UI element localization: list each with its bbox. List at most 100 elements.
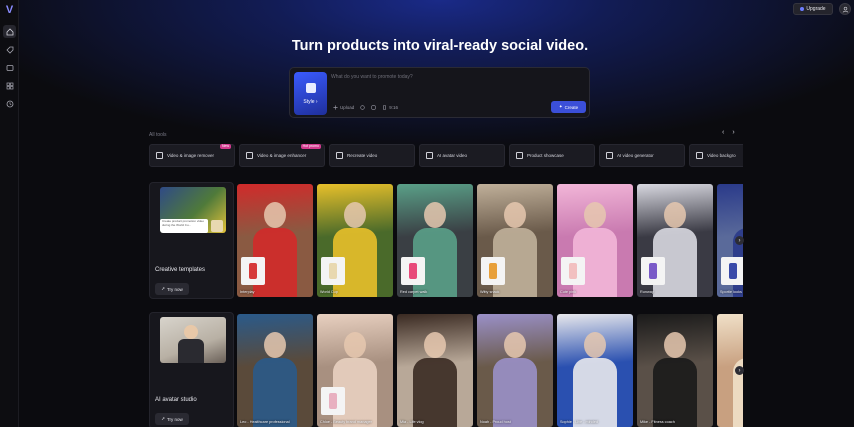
avatar-card[interactable]: Mia - Life vlog [397, 314, 473, 427]
thumb-caption: Create product promotion video during th… [160, 219, 208, 233]
card-caption: World Cup [320, 290, 338, 294]
person-body [493, 358, 537, 427]
person-figure [264, 332, 286, 358]
sidebar-item-tag[interactable] [3, 43, 16, 56]
tools-pager: ‹ › [722, 129, 735, 136]
person-body [653, 358, 697, 427]
tool-card[interactable]: AI video generator [599, 144, 685, 167]
phone-icon [383, 105, 387, 110]
upgrade-button[interactable]: Upgrade [793, 3, 833, 15]
tool-icon [606, 152, 613, 159]
avatar-card[interactable]: Leo - Healthcare professional [237, 314, 313, 427]
avatar-cards: Leo - Healthcare professional Chloe - Bea… [237, 312, 743, 427]
tool-card[interactable]: Recreate video [329, 144, 415, 167]
card-caption: Witty snack [480, 290, 500, 294]
home-icon [6, 27, 13, 35]
chevron-right-icon[interactable]: › [735, 366, 744, 375]
sidebar-item-history[interactable] [3, 97, 16, 110]
style-button[interactable]: Style › [294, 72, 327, 115]
tools-row: Video & image remover New Video & image en… [149, 144, 743, 167]
try-now-button[interactable]: ➚ Try now [155, 283, 189, 295]
thumb-product [211, 220, 223, 232]
template-card[interactable]: Runway [637, 184, 713, 297]
chevron-right-icon[interactable]: › [735, 236, 744, 245]
tool-icon [516, 152, 523, 159]
prompt-toolbar: Upload 9:16 [333, 105, 398, 110]
tool-card[interactable]: Video & image enhancer Hot promo [239, 144, 325, 167]
chevron-left-icon[interactable]: ‹ [722, 129, 724, 136]
product-thumbnail [561, 257, 585, 285]
tool-card[interactable]: Product showcase [509, 144, 595, 167]
section-panel[interactable]: AI avatar studio ➚ Try now [149, 312, 234, 427]
prompt-input[interactable] [331, 72, 581, 82]
try-now-label: Try now [166, 416, 183, 422]
tool-icon [156, 152, 163, 159]
card-caption: Mike - Fitness coach [640, 420, 675, 424]
settings-icon [371, 105, 376, 110]
template-cards: Interplay World Cup Red carpet walk Witty s… [237, 182, 743, 299]
style-label: Style › [303, 98, 318, 105]
link-button[interactable] [360, 105, 365, 110]
person-figure [584, 332, 606, 358]
avatar-card[interactable]: Sophie - Live - minded [557, 314, 633, 427]
template-card[interactable]: Witty snack [477, 184, 553, 297]
avatar-card[interactable]: Chloe - Beauty brand manager [317, 314, 393, 427]
all-tools-label: All tools [149, 132, 167, 138]
product-thumbnail [721, 257, 743, 285]
template-card[interactable]: World Cup [317, 184, 393, 297]
tool-card[interactable]: Video backgro [689, 144, 743, 167]
tool-label: AI video generator [617, 153, 654, 158]
user-icon [842, 6, 848, 13]
rocket-icon: ➚ [161, 286, 165, 291]
card-caption: Red carpet walk [400, 290, 428, 294]
tool-label: Recreate video [347, 153, 378, 158]
avatar-studio-section: AI avatar studio ➚ Try now Leo - Healthc… [149, 312, 744, 427]
card-caption: Runway [640, 290, 654, 294]
template-card[interactable]: Cute pink [557, 184, 633, 297]
person-figure [344, 202, 366, 228]
tool-label: Video & image remover [167, 153, 214, 158]
upload-label: Upload [340, 105, 355, 110]
chevron-right-icon[interactable]: › [732, 129, 734, 136]
sidebar-item-home[interactable] [3, 25, 16, 38]
tool-icon [246, 152, 253, 159]
user-avatar[interactable] [839, 3, 851, 15]
tool-badge: New [219, 144, 231, 149]
person-body [573, 358, 617, 427]
card-caption: Chloe - Beauty brand manager [320, 420, 372, 424]
page-title: Turn products into viral-ready social vi… [291, 38, 589, 54]
link-icon [360, 105, 365, 110]
product-thumbnail [321, 257, 345, 285]
upgrade-icon [800, 7, 805, 11]
section-title: Creative templates [155, 267, 206, 273]
creative-templates-section: Create product promotion video during th… [149, 182, 744, 299]
avatar-card[interactable]: Noah - Proud host [477, 314, 553, 427]
tool-label: Video & image enhancer [257, 153, 307, 158]
tool-badge: Hot promo [300, 144, 321, 149]
tool-icon [336, 152, 343, 159]
app-logo[interactable]: V [3, 4, 16, 16]
create-label: Create [564, 104, 579, 110]
create-button[interactable]: ✦ Create [551, 101, 586, 113]
card-caption: Interplay [240, 290, 255, 294]
grid-icon [6, 82, 13, 89]
tool-icon [426, 152, 433, 159]
ratio-button[interactable]: 9:16 [382, 105, 398, 110]
plus-icon [333, 105, 338, 110]
upgrade-label: Upgrade [806, 6, 826, 12]
upload-button[interactable]: Upload [333, 105, 354, 110]
prompt-box: Style › Upload 9:16 ✦ Create [289, 67, 590, 118]
section-panel[interactable]: Create product promotion video during th… [149, 182, 234, 299]
avatar-card[interactable]: Mike - Fitness coach [637, 314, 713, 427]
tool-card[interactable]: Video & image remover New [149, 144, 235, 167]
template-card[interactable]: Red carpet walk [397, 184, 473, 297]
try-now-button[interactable]: ➚ Try now [155, 413, 189, 425]
rocket-icon: ➚ [161, 416, 165, 421]
product-thumbnail [321, 387, 345, 415]
settings-button[interactable] [371, 105, 376, 110]
tool-card[interactable]: AI avatar video [419, 144, 505, 167]
sidebar-item-grid[interactable] [3, 79, 16, 92]
template-card[interactable]: Interplay [237, 184, 313, 297]
section-thumbnail: Create product promotion video during th… [160, 187, 226, 233]
sidebar-item-media[interactable] [3, 61, 16, 74]
